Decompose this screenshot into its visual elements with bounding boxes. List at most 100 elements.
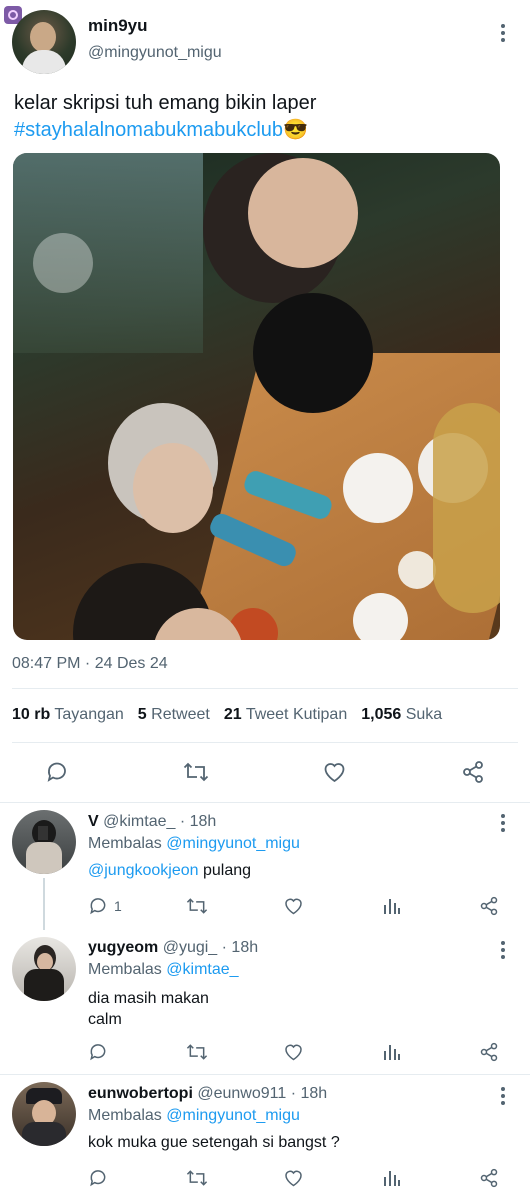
reply-header: yugyeom @yugi_ · 18h: [88, 939, 258, 957]
analytics-button[interactable]: [382, 1042, 402, 1062]
quotes-label: Tweet Kutipan: [245, 706, 348, 723]
divider: [0, 802, 530, 803]
views-stat[interactable]: 10 rb Tayangan: [12, 706, 124, 724]
reply-button[interactable]: [45, 760, 69, 784]
reply-text: dia masih makan calm: [88, 988, 209, 1030]
reply-body-line: calm: [88, 1011, 122, 1028]
more-options-icon[interactable]: [500, 1087, 506, 1105]
replying-label: Membalas: [88, 1107, 162, 1124]
retweets-count: 5: [137, 706, 147, 723]
share-button[interactable]: [479, 1042, 499, 1062]
avatar[interactable]: [12, 937, 76, 1001]
reply-header: eunwobertopi @eunwo911 · 18h: [88, 1085, 327, 1103]
analytics-icon: [384, 899, 400, 914]
reply-text: kok muka gue setengah si bangst ?: [88, 1134, 340, 1152]
like-button[interactable]: [283, 896, 304, 916]
heart-icon: [285, 898, 302, 915]
divider: [12, 742, 518, 743]
like-button[interactable]: [322, 760, 347, 784]
retweet-icon: [186, 1170, 208, 1186]
handle[interactable]: @mingyunot_migu: [88, 44, 222, 62]
heart-icon: [324, 763, 345, 783]
reply-time[interactable]: · 18h: [180, 813, 216, 830]
tweet-text-line: kelar skripsi tuh emang bikin laper: [14, 92, 317, 114]
reply-icon: [90, 1170, 106, 1187]
replying-to-link[interactable]: @kimtae_: [166, 961, 238, 978]
reply-time[interactable]: · 18h: [222, 939, 258, 956]
retweet-button[interactable]: [186, 1168, 208, 1188]
replying-to: Membalas @mingyunot_migu: [88, 1107, 300, 1125]
more-options-icon[interactable]: [500, 24, 506, 42]
share-button[interactable]: [461, 760, 485, 784]
retweets-label: Retweet: [151, 706, 210, 723]
like-button[interactable]: [283, 1042, 304, 1062]
reply-button[interactable]: [88, 1042, 108, 1062]
reply-handle[interactable]: @yugi_: [163, 939, 218, 956]
replying-to: Membalas @kimtae_: [88, 961, 239, 979]
heart-icon: [285, 1044, 302, 1061]
replying-label: Membalas: [88, 961, 162, 978]
reply-handle[interactable]: @eunwo911: [197, 1085, 286, 1102]
tweet-text: kelar skripsi tuh emang bikin laper #sta…: [14, 90, 514, 144]
stats-row: 10 rb Tayangan 5 Retweet 21 Tweet Kutipa…: [12, 706, 442, 724]
retweets-stat[interactable]: 5 Retweet: [138, 706, 210, 724]
replying-to: Membalas @mingyunot_migu: [88, 835, 300, 853]
reply-icon: [47, 762, 66, 782]
divider: [0, 1074, 530, 1075]
tweet-photo[interactable]: taekookbase: [13, 153, 500, 640]
reply-body: kok muka gue setengah si bangst ?: [88, 1134, 340, 1151]
display-name[interactable]: min9yu: [88, 16, 148, 36]
reply-count: 1: [114, 898, 122, 914]
reply-name[interactable]: yugyeom: [88, 939, 158, 956]
reply-time[interactable]: · 18h: [291, 1085, 327, 1102]
likes-stat[interactable]: 1,056 Suka: [361, 706, 442, 724]
reply-body: pulang: [203, 862, 252, 879]
likes-count: 1,056: [361, 706, 402, 723]
retweet-button[interactable]: [186, 1042, 208, 1062]
reply-name[interactable]: V: [88, 813, 99, 830]
thread-line: [43, 878, 45, 930]
mention-link[interactable]: @jungkookjeon: [88, 862, 199, 879]
divider: [12, 688, 518, 689]
views-count: 10 rb: [12, 706, 51, 723]
reply-button[interactable]: [88, 1168, 108, 1188]
views-label: Tayangan: [54, 706, 124, 723]
retweet-button[interactable]: [183, 760, 209, 784]
analytics-button[interactable]: [382, 896, 402, 916]
avatar[interactable]: [12, 810, 76, 874]
reply-handle[interactable]: @kimtae_: [103, 813, 175, 830]
likes-label: Suka: [405, 706, 443, 723]
reply-icon: [90, 1044, 106, 1061]
quotes-stat[interactable]: 21 Tweet Kutipan: [224, 706, 347, 724]
share-button[interactable]: [479, 1168, 499, 1188]
avatar[interactable]: [12, 1082, 76, 1146]
more-options-icon[interactable]: [500, 814, 506, 832]
analytics-icon: [384, 1171, 400, 1186]
share-icon: [480, 1168, 498, 1188]
timestamp[interactable]: 08:47 PM · 24 Des 24: [12, 655, 168, 673]
reply-body-line: dia masih makan: [88, 990, 209, 1007]
more-options-icon[interactable]: [500, 941, 506, 959]
replying-to-link[interactable]: @mingyunot_migu: [166, 1107, 300, 1124]
heart-icon: [285, 1170, 302, 1187]
retweet-icon: [186, 1044, 208, 1060]
share-icon: [480, 1042, 498, 1062]
reply-icon: [90, 898, 106, 915]
analytics-button[interactable]: [382, 1168, 402, 1188]
sunglasses-emoji: 😎: [283, 119, 308, 141]
reply-button[interactable]: 1: [88, 896, 122, 916]
like-button[interactable]: [283, 1168, 304, 1188]
hashtag-link[interactable]: #stayhalalnomabukmabukclub: [14, 119, 283, 141]
reply-name[interactable]: eunwobertopi: [88, 1085, 193, 1102]
replying-label: Membalas: [88, 835, 162, 852]
avatar[interactable]: [12, 10, 76, 74]
share-button[interactable]: [479, 896, 499, 916]
replying-to-link[interactable]: @mingyunot_migu: [166, 835, 300, 852]
retweet-button[interactable]: [186, 896, 208, 916]
reply-text: @jungkookjeon pulang: [88, 862, 251, 880]
reply-header: V @kimtae_ · 18h: [88, 813, 216, 831]
retweet-icon: [186, 898, 208, 914]
analytics-icon: [384, 1045, 400, 1060]
share-icon: [463, 761, 483, 783]
retweet-icon: [183, 762, 209, 782]
